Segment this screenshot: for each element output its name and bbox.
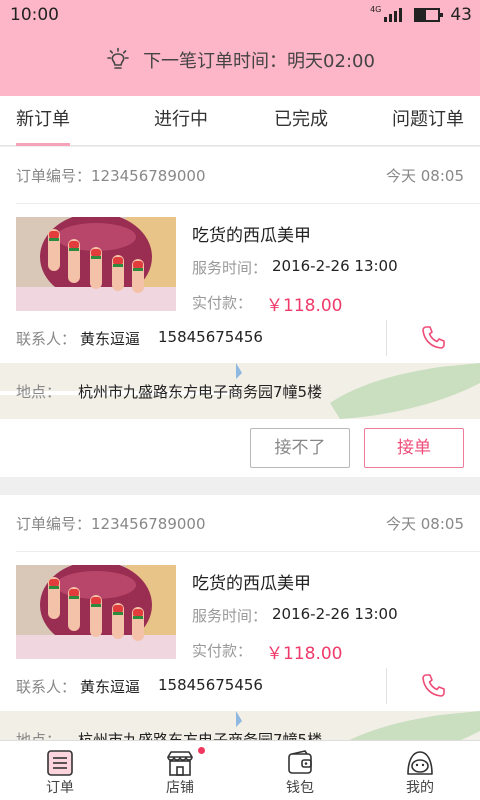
- divider: [386, 320, 387, 356]
- service-time-value: 2016-2-26 13:00: [272, 257, 398, 275]
- address-map: 地点： 杭州市九盛路东方电子商务园7幢5楼: [0, 711, 480, 740]
- address-label: 地点：: [16, 731, 62, 740]
- paid-label: 实付款：: [192, 294, 253, 312]
- header: 10:00 4G 43 下一笔订单时间：明天02:00: [0, 0, 480, 96]
- battery-percent: 43: [450, 5, 472, 25]
- notification-badge: [198, 747, 205, 754]
- service-title: 吃货的西瓜美甲: [192, 226, 311, 246]
- product-photo: [16, 217, 176, 311]
- contact-name: 黄东逗逼: [80, 678, 141, 696]
- next-order-text: 下一笔订单时间：明天02:00: [143, 51, 375, 72]
- price: ￥118.00: [266, 644, 343, 664]
- phone-icon[interactable]: [420, 671, 448, 699]
- wallet-icon: [288, 750, 312, 774]
- network-type: 4G: [370, 4, 382, 14]
- accept-button[interactable]: 接单: [364, 428, 464, 468]
- bottom-nav: 订单 店铺 钱包 我的: [0, 740, 480, 800]
- nav-store[interactable]: 店铺: [120, 741, 240, 800]
- order-time: 今天 08:05: [386, 515, 464, 533]
- nav-profile[interactable]: 我的: [360, 741, 480, 800]
- address-value: 杭州市九盛路东方电子商务园7幢5楼: [78, 731, 323, 740]
- contact-name: 黄东逗逼: [80, 330, 141, 348]
- nav-orders[interactable]: 订单: [0, 741, 120, 800]
- lightbulb-icon: [107, 47, 129, 69]
- service-time-label: 服务时间：: [192, 607, 268, 625]
- divider: [16, 551, 480, 552]
- contact-label: 联系人：: [16, 330, 77, 348]
- tab-in-progress[interactable]: 进行中: [152, 96, 210, 146]
- status-bar: 10:00 4G 43: [0, 0, 480, 30]
- service-time-value: 2016-2-26 13:00: [272, 605, 398, 623]
- signal-icon: [382, 8, 403, 22]
- tab-completed[interactable]: 已完成: [272, 96, 330, 146]
- order-time: 今天 08:05: [386, 167, 464, 185]
- order-number: 订单编号：123456789000: [16, 515, 206, 533]
- divider: [16, 203, 480, 204]
- nav-label: 钱包: [286, 780, 314, 796]
- status-time: 10:00: [10, 5, 59, 25]
- nav-label: 店铺: [166, 780, 194, 796]
- service-title: 吃货的西瓜美甲: [192, 574, 311, 594]
- contact-phone: 15845675456: [158, 328, 263, 346]
- order-list-icon: [47, 750, 73, 776]
- nav-label: 我的: [406, 780, 434, 796]
- divider: [386, 668, 387, 704]
- price: ￥118.00: [266, 296, 343, 316]
- order-card[interactable]: 订单编号：123456789000 今天 08:05 吃货的西瓜美甲 服务时间：…: [0, 495, 480, 740]
- paid-label: 实付款：: [192, 642, 253, 660]
- nav-label: 订单: [46, 780, 74, 796]
- profile-icon: [407, 751, 433, 775]
- status-indicators: 4G 43: [370, 4, 472, 26]
- nav-wallet[interactable]: 钱包: [240, 741, 360, 800]
- tab-new-orders[interactable]: 新订单: [16, 96, 70, 146]
- address-label: 地点：: [16, 383, 62, 401]
- service-time-label: 服务时间：: [192, 259, 268, 277]
- order-card[interactable]: 订单编号：123456789000 今天 08:05 吃货的西瓜美甲 服务时间：…: [0, 147, 480, 477]
- decline-button[interactable]: 接不了: [250, 428, 350, 468]
- contact-phone: 15845675456: [158, 676, 263, 694]
- next-order-banner: 下一笔订单时间：明天02:00: [0, 44, 480, 76]
- contact-label: 联系人：: [16, 678, 77, 696]
- battery-icon: [414, 8, 444, 22]
- address-value: 杭州市九盛路东方电子商务园7幢5楼: [78, 383, 323, 401]
- phone-icon[interactable]: [420, 323, 448, 351]
- order-number: 订单编号：123456789000: [16, 167, 206, 185]
- product-photo: [16, 565, 176, 659]
- address-map: 地点： 杭州市九盛路东方电子商务园7幢5楼: [0, 363, 480, 419]
- order-tabs: 新订单 进行中 已完成 问题订单: [0, 96, 480, 146]
- tab-problem-orders[interactable]: 问题订单: [390, 96, 466, 146]
- store-icon: [167, 751, 193, 776]
